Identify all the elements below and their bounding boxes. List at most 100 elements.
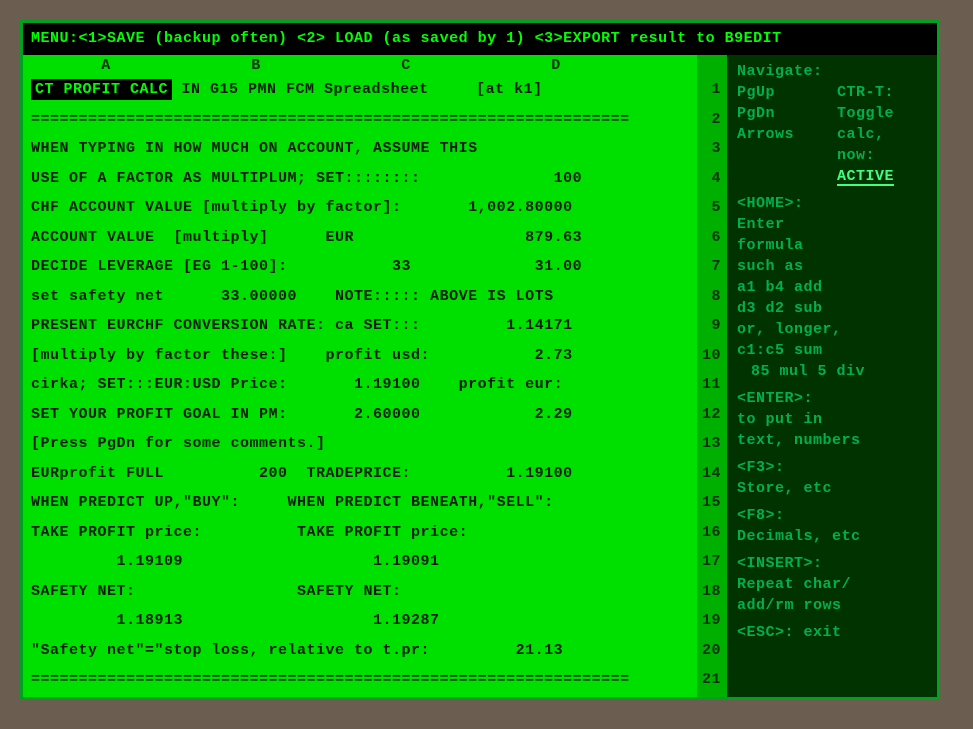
- help-f3-line: Store, etc: [737, 478, 929, 499]
- row-number: 3: [697, 134, 727, 164]
- help-panel: Navigate: PgUp PgDn Arrows CTR-T: Toggle…: [727, 55, 937, 697]
- sheet-row[interactable]: SAFETY NET: SAFETY NET:: [23, 577, 697, 607]
- help-nav-pgdn: PgDn: [737, 103, 829, 124]
- help-f8-label: <F8>:: [737, 505, 929, 526]
- help-ctrt-1: Toggle: [837, 103, 929, 124]
- row-number: 7: [697, 252, 727, 282]
- cell-content[interactable]: 1.19109 1.19091: [31, 553, 689, 570]
- sheet-row[interactable]: 1.18913 1.19287: [23, 606, 697, 636]
- sheet-row[interactable]: [Press PgDn for some comments.]: [23, 429, 697, 459]
- sheet-row[interactable]: CT PROFIT CALC IN G15 PMN FCM Spreadshee…: [23, 75, 697, 105]
- help-home-7: c1:c5 sum: [737, 340, 929, 361]
- sheet-row[interactable]: 1.19109 1.19091: [23, 547, 697, 577]
- col-header-b: B: [181, 57, 331, 75]
- sheet-row[interactable]: ========================================…: [23, 105, 697, 135]
- help-home-3: such as: [737, 256, 929, 277]
- help-home-1: Enter: [737, 214, 929, 235]
- row-number: 4: [697, 164, 727, 194]
- cursor-cell[interactable]: CT PROFIT CALC: [31, 79, 172, 100]
- help-ctrt-2: calc,: [837, 124, 929, 145]
- cell-content[interactable]: [multiply by factor these:] profit usd: …: [31, 347, 689, 364]
- row-number: 12: [697, 400, 727, 430]
- cell-content[interactable]: PRESENT EURCHF CONVERSION RATE: ca SET::…: [31, 317, 689, 334]
- help-ctrt-3: now:: [837, 145, 929, 166]
- cell-content[interactable]: SET YOUR PROFIT GOAL IN PM: 2.60000 2.29: [31, 406, 689, 423]
- row-number-strip: 123456789101112131415161718192021: [697, 55, 727, 697]
- cell-content[interactable]: cirka; SET:::EUR:USD Price: 1.19100 prof…: [31, 376, 689, 393]
- help-insert-2: add/rm rows: [737, 595, 929, 616]
- row-number: 18: [697, 577, 727, 607]
- row-number: 2: [697, 105, 727, 135]
- col-header-a: A: [31, 57, 181, 75]
- row-number: 11: [697, 370, 727, 400]
- help-insert-label: <INSERT>:: [737, 553, 929, 574]
- sheet-row[interactable]: ========================================…: [23, 665, 697, 695]
- cell-content[interactable]: "Safety net"="stop loss, relative to t.p…: [31, 642, 689, 659]
- cell-content[interactable]: ========================================…: [31, 111, 689, 128]
- cell-content[interactable]: CHF ACCOUNT VALUE [multiply by factor]: …: [31, 199, 689, 216]
- terminal-window: MENU:<1>SAVE (backup often) <2> LOAD (as…: [20, 20, 940, 700]
- row-number: 8: [697, 282, 727, 312]
- spreadsheet-area[interactable]: A B C D CT PROFIT CALC IN G15 PMN FCM Sp…: [23, 55, 697, 697]
- help-enter-label: <ENTER>:: [737, 388, 929, 409]
- help-home-4: a1 b4 add: [737, 277, 929, 298]
- sheet-row[interactable]: cirka; SET:::EUR:USD Price: 1.19100 prof…: [23, 370, 697, 400]
- cell-content[interactable]: ACCOUNT VALUE [multiply] EUR 879.63: [31, 229, 689, 246]
- help-enter-2: text, numbers: [737, 430, 929, 451]
- help-f3-label: <F3>:: [737, 457, 929, 478]
- cell-content[interactable]: ========================================…: [31, 671, 689, 688]
- cell-content[interactable]: CT PROFIT CALC IN G15 PMN FCM Spreadshee…: [31, 79, 689, 100]
- cell-content[interactable]: SAFETY NET: SAFETY NET:: [31, 583, 689, 600]
- sheet-row[interactable]: set safety net 33.00000 NOTE::::: ABOVE …: [23, 282, 697, 312]
- cell-content[interactable]: [Press PgDn for some comments.]: [31, 435, 689, 452]
- help-nav-pgup: PgUp: [737, 82, 829, 103]
- row-number: 5: [697, 193, 727, 223]
- help-enter-1: to put in: [737, 409, 929, 430]
- help-home-5: d3 d2 sub: [737, 298, 929, 319]
- col-header-d: D: [481, 57, 631, 75]
- column-headers: A B C D: [23, 55, 697, 75]
- cell-content[interactable]: EURprofit FULL 200 TRADEPRICE: 1.19100: [31, 465, 689, 482]
- sheet-row[interactable]: "Safety net"="stop loss, relative to t.p…: [23, 636, 697, 666]
- help-nav-arrows: Arrows: [737, 124, 829, 145]
- row-number: 20: [697, 636, 727, 666]
- sheet-row[interactable]: EURprofit FULL 200 TRADEPRICE: 1.19100: [23, 459, 697, 489]
- row-number: 1: [697, 75, 727, 105]
- help-home-label: <HOME>:: [737, 193, 929, 214]
- row-number: 16: [697, 518, 727, 548]
- row-number: 14: [697, 459, 727, 489]
- row-number: 15: [697, 488, 727, 518]
- menu-bar[interactable]: MENU:<1>SAVE (backup often) <2> LOAD (as…: [23, 23, 937, 55]
- row-number: 21: [697, 665, 727, 695]
- cell-content[interactable]: 1.18913 1.19287: [31, 612, 689, 629]
- sheet-row[interactable]: CHF ACCOUNT VALUE [multiply by factor]: …: [23, 193, 697, 223]
- sheet-row[interactable]: USE OF A FACTOR AS MULTIPLUM; SET:::::::…: [23, 164, 697, 194]
- row-number: 10: [697, 341, 727, 371]
- help-muldiv: 85 mul 5 div: [737, 361, 929, 382]
- sheet-row[interactable]: ACCOUNT VALUE [multiply] EUR 879.63: [23, 223, 697, 253]
- sheet-row[interactable]: DECIDE LEVERAGE [EG 1-100]: 33 31.00: [23, 252, 697, 282]
- cell-content[interactable]: WHEN PREDICT UP,"BUY": WHEN PREDICT BENE…: [31, 494, 689, 511]
- help-esc: <ESC>: exit: [737, 622, 929, 643]
- cell-content[interactable]: WHEN TYPING IN HOW MUCH ON ACCOUNT, ASSU…: [31, 140, 689, 157]
- sheet-row[interactable]: WHEN TYPING IN HOW MUCH ON ACCOUNT, ASSU…: [23, 134, 697, 164]
- help-calc-active: ACTIVE: [837, 170, 894, 186]
- sheet-row[interactable]: TAKE PROFIT price: TAKE PROFIT price:: [23, 518, 697, 548]
- workspace: A B C D CT PROFIT CALC IN G15 PMN FCM Sp…: [23, 55, 937, 697]
- cell-content[interactable]: TAKE PROFIT price: TAKE PROFIT price:: [31, 524, 689, 541]
- sheet-row[interactable]: WHEN PREDICT UP,"BUY": WHEN PREDICT BENE…: [23, 488, 697, 518]
- help-f8-line: Decimals, etc: [737, 526, 929, 547]
- sheet-row[interactable]: [multiply by factor these:] profit usd: …: [23, 341, 697, 371]
- cell-content[interactable]: DECIDE LEVERAGE [EG 1-100]: 33 31.00: [31, 258, 689, 275]
- cell-content[interactable]: USE OF A FACTOR AS MULTIPLUM; SET:::::::…: [31, 170, 689, 187]
- row-number: 9: [697, 311, 727, 341]
- help-nav-title: Navigate:: [737, 61, 829, 82]
- help-home-6: or, longer,: [737, 319, 929, 340]
- help-home-2: formula: [737, 235, 929, 256]
- cell-content[interactable]: set safety net 33.00000 NOTE::::: ABOVE …: [31, 288, 689, 305]
- row-number: 17: [697, 547, 727, 577]
- sheet-row[interactable]: PRESENT EURCHF CONVERSION RATE: ca SET::…: [23, 311, 697, 341]
- sheet-row[interactable]: SET YOUR PROFIT GOAL IN PM: 2.60000 2.29: [23, 400, 697, 430]
- row-number: 13: [697, 429, 727, 459]
- help-insert-1: Repeat char/: [737, 574, 929, 595]
